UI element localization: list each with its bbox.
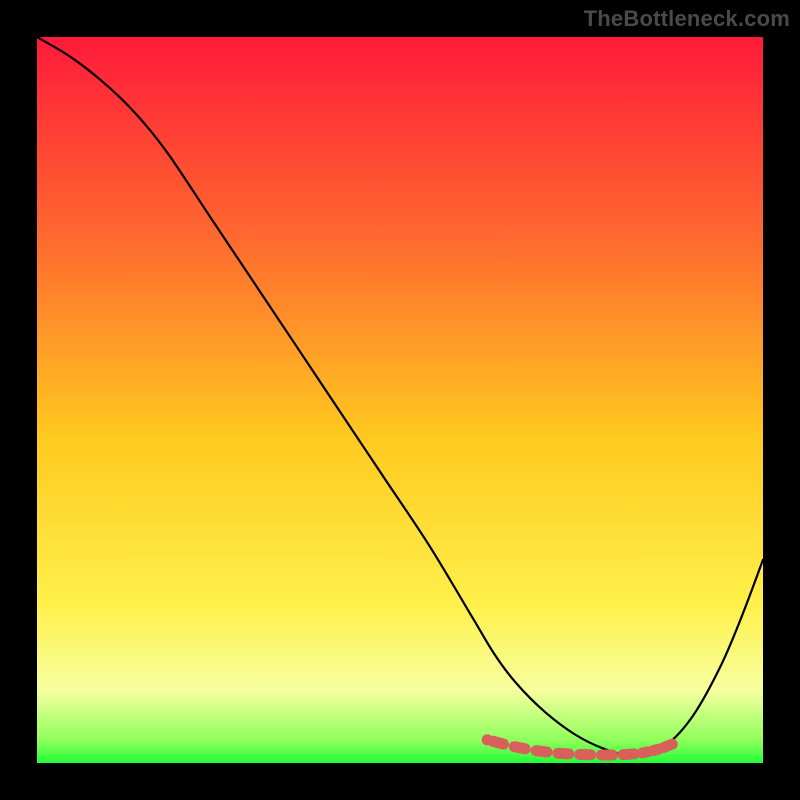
watermark-text: TheBottleneck.com	[584, 6, 790, 32]
plot-svg	[37, 37, 763, 763]
optimal-marker-segment	[514, 747, 525, 749]
optimal-marker-segment	[642, 752, 647, 753]
optimal-marker-segment	[493, 741, 504, 744]
optimal-marker-endpoint	[667, 739, 678, 750]
optimal-marker-segment	[653, 749, 658, 751]
gradient-background	[37, 37, 763, 763]
optimal-marker-segment	[623, 754, 634, 755]
optimal-marker-endpoint	[482, 734, 493, 745]
optimal-marker-segment	[536, 751, 547, 752]
plot-area	[37, 37, 763, 763]
optimal-marker-segment	[558, 753, 569, 754]
chart-frame: TheBottleneck.com	[0, 0, 800, 800]
